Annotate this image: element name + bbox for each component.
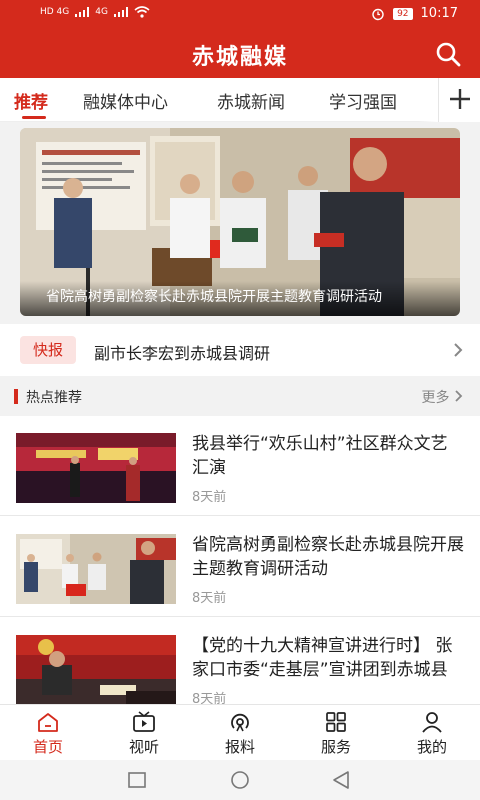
news-title: 省院高树勇副检察长赴赤城县院开展主题教育调研活动 [192, 535, 464, 579]
news-list: 我县举行“欢乐山村”社区群众文艺汇演 8天前 省院高树勇副检察长赴赤城县院开展主… [0, 416, 480, 704]
active-tab-indicator [22, 116, 46, 119]
video-icon [133, 711, 155, 732]
news-thumbnail [16, 635, 176, 704]
search-button[interactable] [434, 40, 462, 68]
section-header: 热点推荐 更多 [0, 376, 480, 416]
add-channel-button[interactable] [438, 78, 480, 122]
nav-video[interactable]: 视听 [96, 705, 192, 761]
nav-report[interactable]: 报料 [192, 705, 288, 761]
signal-label-left: HD 4G [40, 7, 70, 17]
plus-icon [450, 89, 470, 109]
tab-chicheng-news[interactable]: 赤城新闻 [217, 88, 285, 113]
back-button[interactable] [331, 770, 351, 790]
nav-label: 首页 [32, 738, 63, 756]
more-label: 更多 [421, 390, 450, 406]
tab-recommend[interactable]: 推荐 [14, 88, 48, 113]
channel-tabs: 推荐 融媒体中心 赤城新闻 学习强国 [0, 78, 480, 122]
status-signal: HD 4G 4G [40, 6, 150, 18]
news-time: 8天前 [192, 490, 227, 505]
section-marker [14, 389, 18, 404]
alarm-icon [372, 8, 384, 20]
news-title: 【党的十九大精神宣讲进行时】 张家口市委“走基层”宣讲团到赤城县宣讲 [192, 636, 453, 680]
bottom-nav: 首页 视听 报料 服务 我的 [0, 704, 480, 760]
system-nav-bar [0, 760, 480, 800]
chevron-right-icon [454, 343, 463, 357]
banner-caption: 省院高树勇副检察长赴赤城县院开展主题教育调研活动 [20, 281, 460, 316]
section-title: 热点推荐 [26, 390, 82, 406]
search-icon [436, 42, 461, 67]
nav-mine[interactable]: 我的 [384, 705, 480, 761]
news-time: 8天前 [192, 591, 227, 606]
clock: 10:17 [420, 6, 458, 21]
tabs-fade [418, 78, 438, 122]
signal-label-right: 4G [95, 7, 108, 17]
news-time: 8天前 [192, 692, 227, 704]
banner-carousel[interactable]: 省院高树勇副检察长赴赤城县院开展主题教育调研活动 [20, 128, 460, 316]
home-icon [38, 713, 58, 732]
more-link[interactable]: 更多 [422, 387, 464, 407]
tab-xuexi-qiangguo[interactable]: 学习强国 [329, 88, 397, 113]
chevron-right-icon [455, 390, 463, 402]
nav-label: 视听 [128, 738, 159, 756]
user-icon [422, 712, 442, 733]
app-title: 赤城融媒 [191, 44, 288, 70]
flash-news-bar[interactable]: 快报 副市长李宏到赤城县调研 [0, 324, 480, 376]
news-item[interactable]: 省院高树勇副检察长赴赤城县院开展主题教育调研活动 8天前 [0, 517, 480, 617]
news-item[interactable]: 【党的十九大精神宣讲进行时】 张家口市委“走基层”宣讲团到赤城县宣讲 8天前 [0, 618, 480, 704]
wifi-icon [134, 6, 150, 18]
news-title: 我县举行“欢乐山村”社区群众文艺汇演 [192, 434, 448, 478]
nav-label: 报料 [224, 738, 255, 756]
battery-indicator: 92 [393, 7, 413, 20]
nav-home[interactable]: 首页 [0, 705, 96, 761]
nav-service[interactable]: 服务 [288, 705, 384, 761]
news-thumbnail [16, 433, 176, 503]
nav-label: 服务 [320, 738, 351, 756]
app-header: 赤城融媒 [0, 30, 480, 78]
status-bar: HD 4G 4G 92 10:17 [0, 0, 480, 30]
broadcast-icon [231, 713, 249, 732]
flash-headline[interactable]: 副市长李宏到赤城县调研 [94, 340, 270, 364]
recent-apps-button[interactable] [127, 771, 147, 789]
home-button[interactable] [229, 770, 251, 790]
news-thumbnail [16, 534, 176, 604]
status-right: 92 10:17 [371, 6, 458, 21]
flash-tag: 快报 [20, 336, 76, 364]
grid-icon [326, 712, 346, 732]
tab-media-center[interactable]: 融媒体中心 [83, 88, 168, 113]
news-item[interactable]: 我县举行“欢乐山村”社区群众文艺汇演 8天前 [0, 416, 480, 516]
signal-bars-icon-2 [113, 7, 128, 17]
signal-bars-icon [75, 7, 90, 17]
nav-label: 我的 [416, 738, 447, 756]
